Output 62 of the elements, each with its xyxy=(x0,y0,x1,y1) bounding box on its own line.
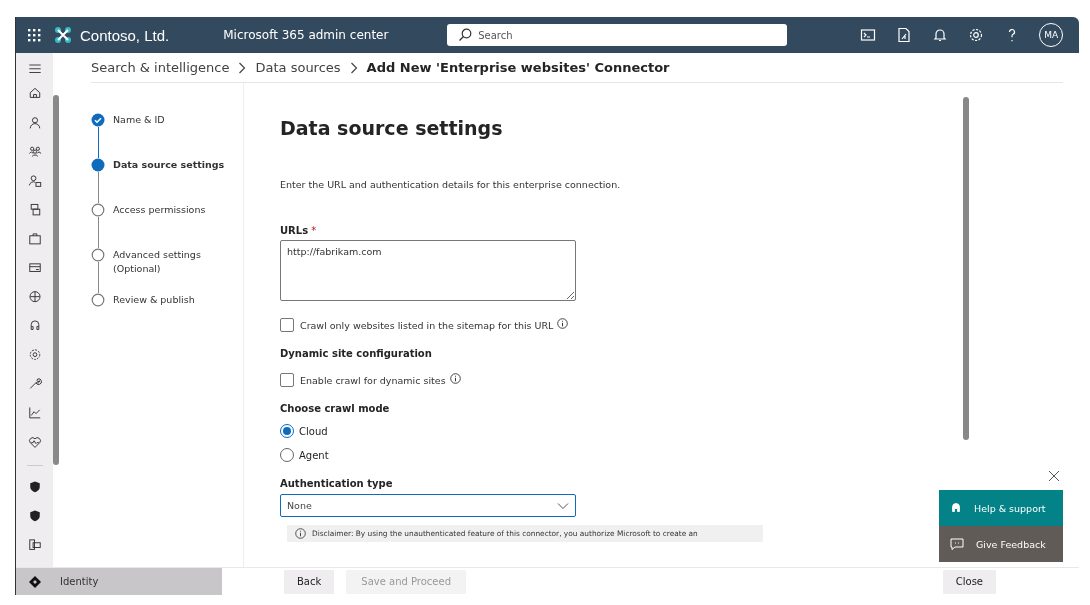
info-icon[interactable] xyxy=(449,373,461,384)
checkbox[interactable] xyxy=(280,373,294,387)
info-icon xyxy=(295,528,306,539)
shield-icon[interactable] xyxy=(27,479,42,493)
step-label[interactable]: Review & publish xyxy=(113,293,238,307)
step-label[interactable]: Access permissions xyxy=(113,203,238,248)
chart-icon[interactable] xyxy=(27,406,42,420)
diamond-icon xyxy=(28,574,42,589)
step-label[interactable]: Name & ID xyxy=(113,113,238,158)
help-support-button[interactable]: Help & support xyxy=(939,490,1063,526)
breadcrumb-link[interactable]: Search & intelligence xyxy=(91,60,230,75)
gear-icon[interactable] xyxy=(27,348,42,362)
person-icon[interactable] xyxy=(27,115,42,129)
briefcase-icon[interactable] xyxy=(27,231,42,246)
step-label[interactable]: Data source settings xyxy=(113,158,238,203)
menu-icon[interactable] xyxy=(27,63,42,75)
feedback-button[interactable]: Give Feedback xyxy=(939,526,1063,562)
globe-icon[interactable] xyxy=(27,290,42,304)
logo-icon xyxy=(54,26,72,44)
description: Enter the URL and authentication details for this enterprise connection. xyxy=(280,179,622,190)
search-field[interactable]: Search xyxy=(447,24,788,46)
search-icon xyxy=(458,28,473,42)
section-heading: Choose crawl mode xyxy=(280,403,391,414)
wrench-icon[interactable] xyxy=(27,377,42,391)
page-title: Add New 'Enterprise websites' Connector xyxy=(366,60,670,75)
field-label: URLs xyxy=(280,225,309,236)
url-field[interactable]: http://fabrikam.com xyxy=(280,240,576,301)
settings-icon[interactable] xyxy=(968,27,985,43)
checkbox-label: Crawl only websites listed in the sitemap for this URL xyxy=(300,319,554,331)
app-title: Microsoft 365 admin center xyxy=(223,28,390,42)
breadcrumb-link[interactable]: Data sources xyxy=(255,60,341,75)
form-title: Data source settings xyxy=(280,117,504,139)
auth-dropdown[interactable]: None xyxy=(280,494,576,517)
card-icon[interactable] xyxy=(27,260,42,275)
chevron-right-icon xyxy=(238,61,247,74)
document-icon[interactable] xyxy=(896,27,913,43)
people-icon[interactable] xyxy=(27,144,42,158)
person-lock-icon[interactable] xyxy=(27,173,42,187)
checkbox[interactable] xyxy=(280,318,294,332)
section-heading: Authentication type xyxy=(280,478,394,489)
chevron-down-icon xyxy=(557,501,569,510)
info-icon[interactable] xyxy=(557,318,569,329)
bell-icon[interactable] xyxy=(932,27,949,43)
radio-label: Cloud xyxy=(299,425,328,437)
step-label[interactable]: Advanced settings (Optional) xyxy=(113,248,238,293)
home-icon[interactable] xyxy=(27,86,42,100)
app-launcher-icon[interactable] xyxy=(27,28,41,42)
devices-icon[interactable] xyxy=(27,537,42,552)
shield-icon[interactable] xyxy=(27,508,42,522)
checkbox-label: Enable crawl for dynamic sites xyxy=(300,374,446,386)
org-name: Contoso, Ltd. xyxy=(80,26,170,44)
back-button[interactable]: Back xyxy=(284,569,335,594)
radio-label: Agent xyxy=(299,449,329,461)
chevron-right-icon xyxy=(349,61,358,74)
close-button[interactable]: Close xyxy=(942,569,996,594)
terminal-icon[interactable] xyxy=(860,27,877,43)
close-icon[interactable] xyxy=(1048,470,1060,482)
heart-pulse-icon[interactable] xyxy=(27,435,42,449)
section-heading: Dynamic site configuration xyxy=(280,348,433,359)
required-mark: * xyxy=(311,225,317,236)
nav-item[interactable]: Identity xyxy=(16,568,222,595)
chat-icon xyxy=(950,538,964,550)
